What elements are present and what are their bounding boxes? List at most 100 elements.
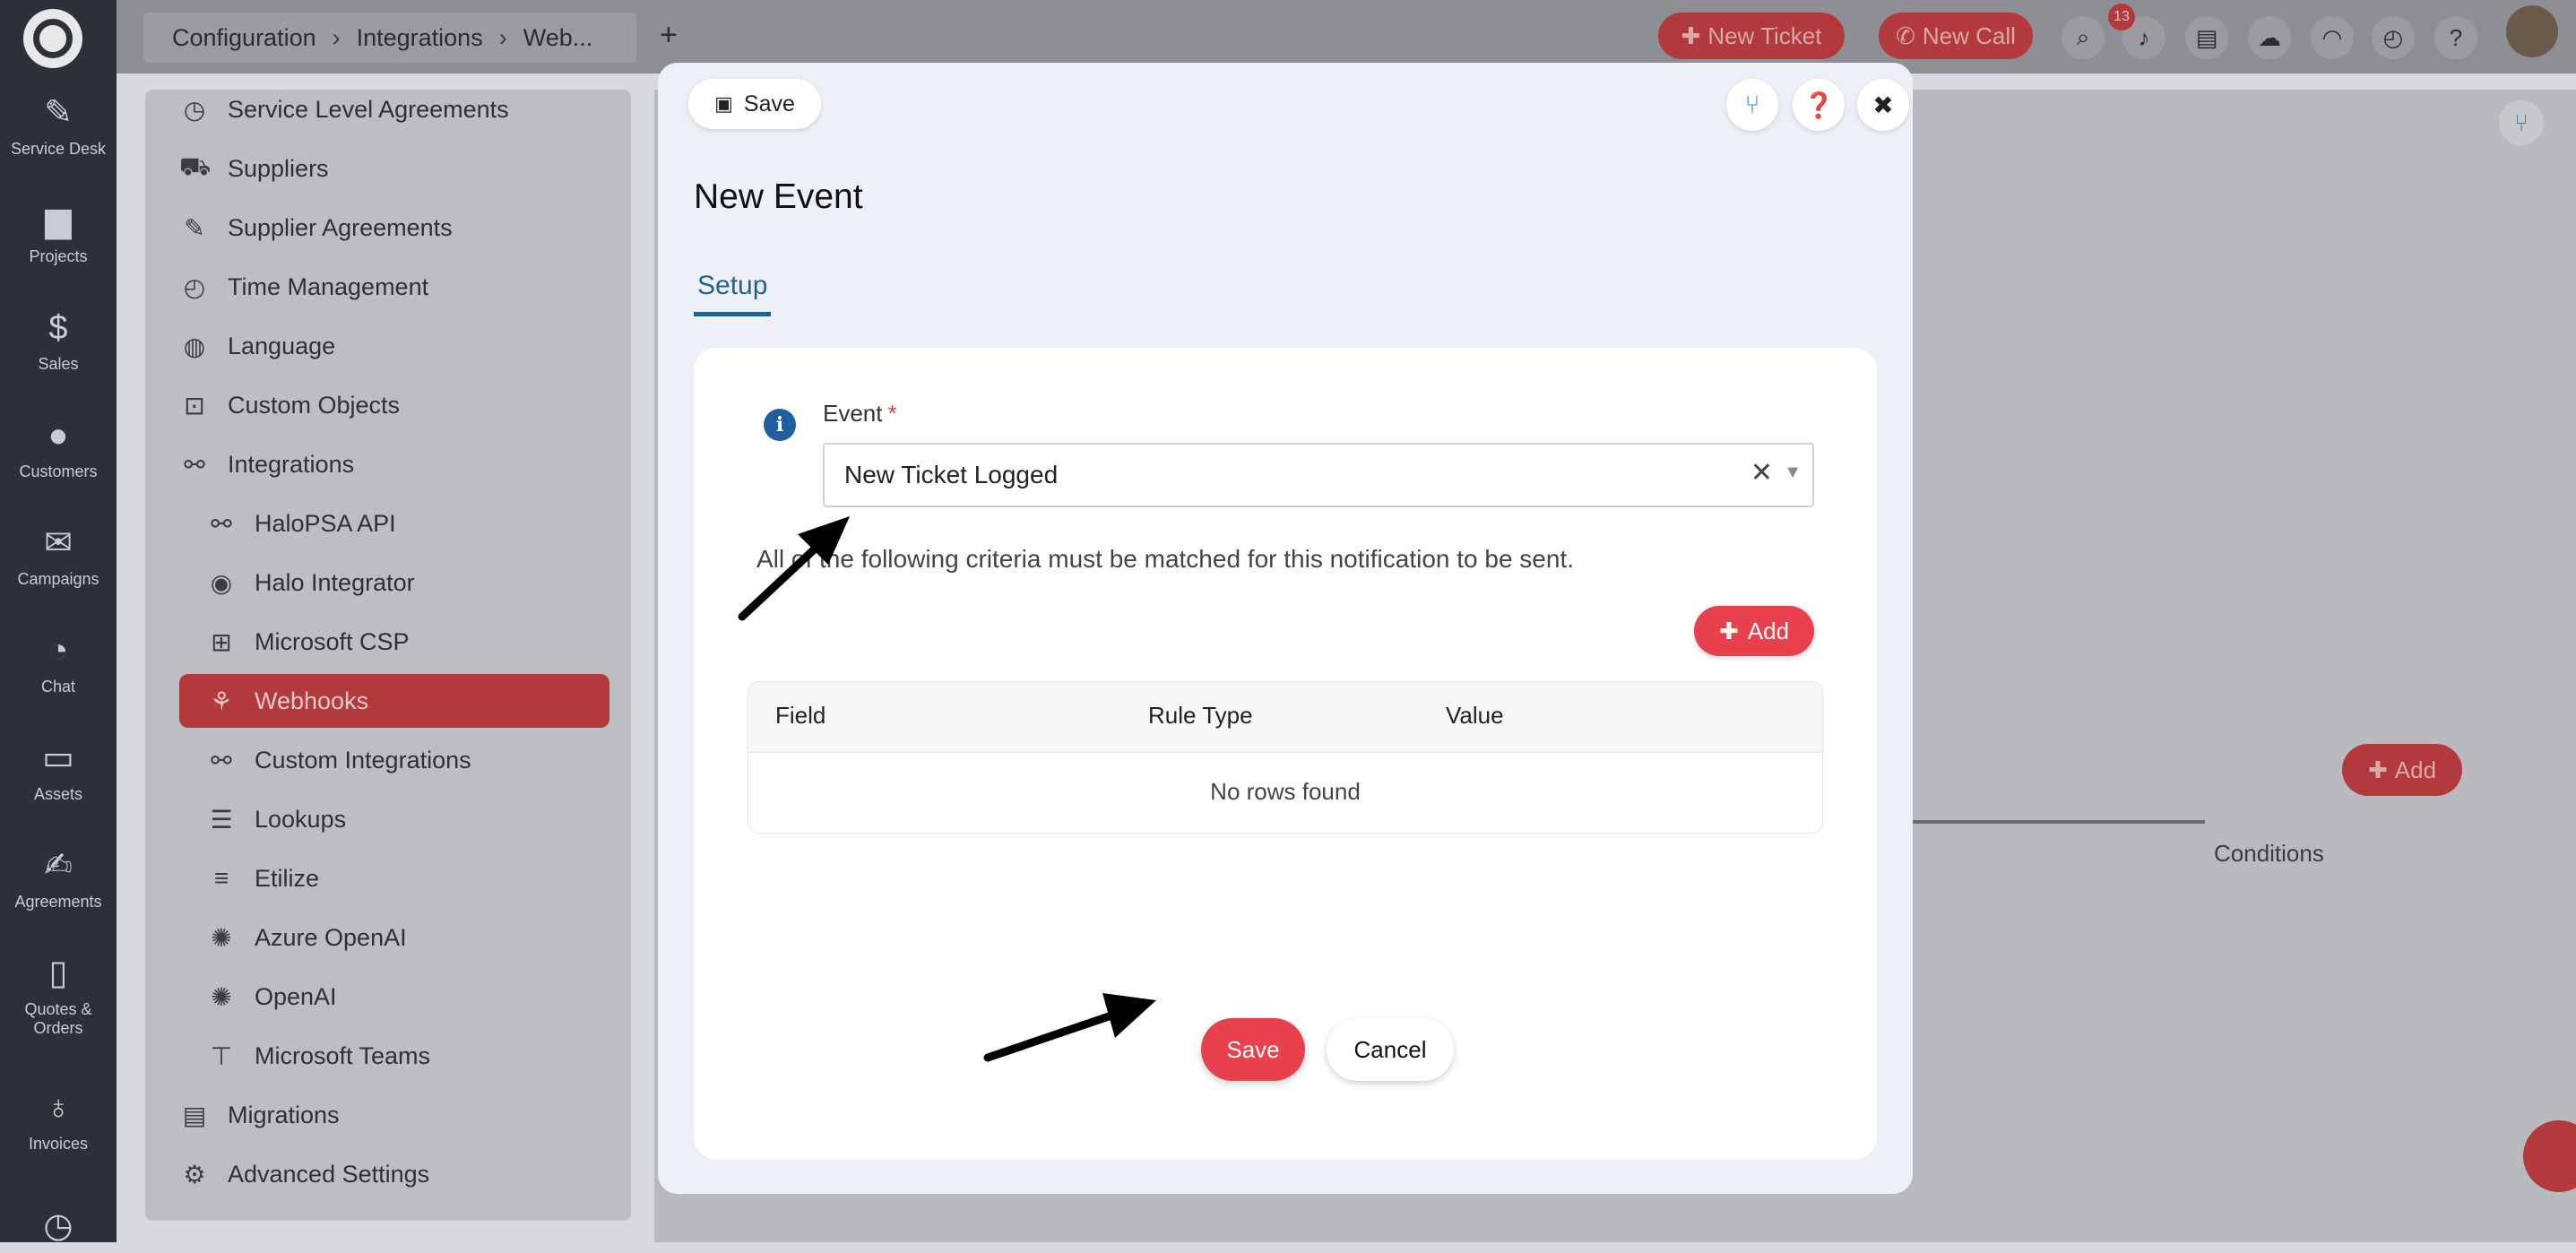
help-icon[interactable]: ❓	[1793, 79, 1845, 131]
config-menu-label: Supplier Agreements	[228, 213, 453, 241]
sidebar-item-8[interactable]: ✍ Agreements	[0, 846, 117, 912]
close-icon[interactable]: ✖	[1857, 79, 1909, 131]
config-menu-label: Advanced Settings	[228, 1160, 430, 1188]
config-menu-item-integrations[interactable]: ⚯ Integrations	[179, 437, 354, 491]
sidebar-item-more[interactable]: ◷	[0, 1206, 117, 1253]
flow-icon[interactable]: ⑂	[1726, 79, 1778, 131]
breadcrumb-item-integrations[interactable]: Integrations	[357, 24, 483, 52]
config-menu-item-halo-integrator[interactable]: ◉ Halo Integrator	[206, 556, 415, 609]
history-icon[interactable]: ◴	[2372, 16, 2415, 59]
config-menu-item-azure-openai[interactable]: ✺ Azure OpenAI	[206, 911, 406, 964]
config-menu-label: HaloPSA API	[255, 509, 396, 537]
cancel-button[interactable]: Cancel	[1327, 1018, 1454, 1081]
config-menu-item-etilize[interactable]: ≡ Etilize	[206, 851, 319, 905]
background-add-button[interactable]: ✚ Add	[2342, 744, 2462, 796]
config-menu-label: Halo Integrator	[255, 568, 415, 596]
info-icon[interactable]: i	[764, 409, 796, 441]
sidebar-item-label: Invoices	[28, 1135, 89, 1153]
breadcrumb-item-configuration[interactable]: Configuration	[172, 24, 316, 52]
breadcrumb-separator: ›	[498, 23, 507, 51]
help-icon[interactable]: ?	[2434, 16, 2477, 59]
link-icon: ⚯	[211, 746, 232, 774]
config-menu-item-custom-objects[interactable]: ⊡ Custom Objects	[179, 378, 400, 432]
config-menu-item-language[interactable]: ◍ Language	[179, 319, 335, 373]
config-menu-item-openai[interactable]: ✺ OpenAI	[206, 970, 336, 1024]
config-menu-item-service-level-agreements[interactable]: ◷ Service Level Agreements	[179, 82, 509, 136]
config-menu-item-time-management[interactable]: ◴ Time Management	[179, 260, 428, 314]
save-button[interactable]: Save	[1201, 1018, 1305, 1081]
sidebar-item-5[interactable]: ✉ Campaigns	[0, 523, 117, 589]
add-tab-icon[interactable]: +	[660, 18, 678, 53]
criteria-table: Field Rule Type Value No rows found	[748, 681, 1823, 834]
truck-icon: ⛟	[179, 152, 212, 180]
modal-save-label: Save	[743, 91, 795, 117]
event-field-label: Event *	[823, 400, 897, 428]
config-menu-item-suppliers[interactable]: ⛟ Suppliers	[179, 142, 329, 195]
notification-count-badge: 13	[2108, 4, 2135, 30]
chevron-down-icon[interactable]: ▼	[1784, 462, 1802, 483]
phone-icon: ✆	[1896, 22, 1915, 49]
sidebar-item-label: Service Desk	[10, 140, 107, 158]
sidebar-item-label: Projects	[29, 247, 88, 265]
new-ticket-button[interactable]: ✚ New Ticket	[1658, 13, 1845, 59]
sidebar-item-2[interactable]: ▆ Projects	[0, 201, 117, 266]
tab-setup[interactable]: Setup	[694, 271, 772, 316]
config-menu-item-migrations[interactable]: ▤ Migrations	[179, 1088, 340, 1142]
etilize-icon: ≡	[213, 864, 229, 892]
sidebar-item-label: Sales	[38, 355, 79, 373]
add-criteria-button[interactable]: ✚ Add	[1694, 606, 1814, 656]
sidebar-item-6[interactable]: ◔ Chat	[0, 631, 117, 696]
webhook-icon: ⚘	[210, 687, 233, 715]
api-icon: ⚯	[211, 509, 232, 538]
empty-table-message: No rows found	[1210, 778, 1361, 805]
config-menu-item-halopsa-api[interactable]: ⚯ HaloPSA API	[206, 497, 396, 550]
add-criteria-label: Add	[1747, 617, 1790, 644]
config-menu-item-microsoft-csp[interactable]: ⊞ Microsoft CSP	[206, 615, 409, 669]
modal-save-button[interactable]: ▣ Save	[688, 79, 821, 129]
sidebar-item-4[interactable]: ● Customers	[0, 416, 117, 481]
config-menu-item-custom-integrations[interactable]: ⚯ Custom Integrations	[206, 733, 471, 787]
sidebar-item-label: Campaigns	[17, 570, 99, 588]
config-menu-label: Lookups	[255, 805, 347, 833]
breadcrumb-item-webhooks[interactable]: Web...	[523, 24, 593, 52]
sidebar-item-label: Agreements	[14, 893, 102, 911]
sidebar-item-3[interactable]: $ Sales	[0, 308, 117, 374]
column-header-rule-type[interactable]: Rule Type	[1148, 702, 1253, 730]
openai-icon: ✺	[211, 923, 232, 952]
config-menu-label: Etilize	[255, 864, 320, 892]
config-menu-item-supplier-agreements[interactable]: ✎ Supplier Agreements	[179, 201, 453, 255]
clear-icon[interactable]: ✕	[1750, 457, 1773, 488]
criteria-description: All of the following criteria must be ma…	[756, 545, 1575, 573]
config-menu-item-lookups[interactable]: ☰ Lookups	[206, 792, 346, 846]
ticket-icon: ✎	[44, 94, 73, 132]
setup-card: i Event * New Ticket Logged ✕ ▼ All of th…	[694, 348, 1877, 1160]
cloud-download-icon[interactable]: ☁	[2248, 16, 2291, 59]
config-menu-item-webhooks[interactable]: ⚘ Webhooks	[179, 674, 609, 728]
rss-icon[interactable]: ◠	[2311, 16, 2354, 59]
chat-icon: ◔	[48, 632, 69, 670]
sidebar-item-9[interactable]: ▯ Quotes & Orders	[0, 954, 117, 1038]
conditions-column-header: Conditions	[2214, 840, 2324, 867]
table-header: Field Rule Type Value	[748, 682, 1822, 753]
flow-icon[interactable]: ⑂	[2499, 100, 2544, 145]
new-call-button[interactable]: ✆ New Call	[1879, 13, 2033, 59]
column-header-field[interactable]: Field	[775, 702, 826, 730]
event-label-text: Event	[823, 400, 883, 427]
config-menu-item-microsoft-teams[interactable]: ⊤ Microsoft Teams	[206, 1029, 430, 1083]
sidebar-item-1[interactable]: ✎ Service Desk	[0, 93, 117, 159]
new-event-modal: ▣ Save ⑂ ❓ ✖ New Event Setup i Event * New…	[658, 63, 1913, 1194]
user-avatar[interactable]	[2506, 5, 2558, 57]
column-header-value[interactable]: Value	[1446, 702, 1504, 730]
search-icon[interactable]: ⌕	[2062, 16, 2105, 59]
tab-divider	[1909, 820, 2205, 824]
user-icon: ●	[48, 417, 69, 454]
halo-logo-icon[interactable]	[23, 9, 82, 68]
custom-object-icon: ⊡	[184, 391, 205, 419]
gears-icon: ⚙	[183, 1160, 206, 1188]
sidebar-item-7[interactable]: ▭ Assets	[0, 739, 117, 804]
clipboard-icon[interactable]: ▤	[2185, 16, 2228, 59]
config-menu-item-advanced-settings[interactable]: ⚙ Advanced Settings	[179, 1147, 429, 1201]
sidebar-item-label: Quotes &	[24, 1000, 92, 1018]
sidebar-item-10[interactable]: ♁ Invoices	[0, 1088, 117, 1154]
event-select[interactable]: New Ticket Logged ✕ ▼	[823, 443, 1814, 507]
